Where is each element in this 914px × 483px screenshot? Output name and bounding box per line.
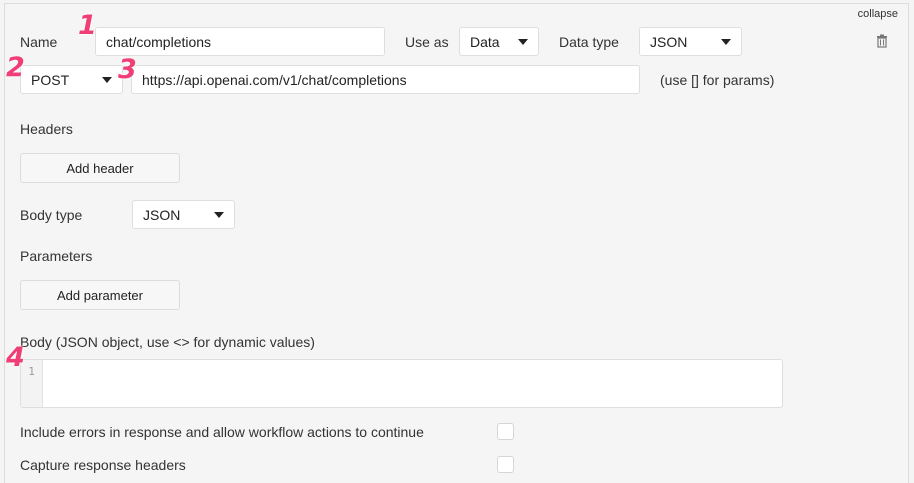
name-label: Name bbox=[20, 34, 58, 50]
chevron-down-icon bbox=[721, 38, 731, 45]
data-type-select[interactable]: JSON bbox=[639, 27, 742, 56]
include-errors-label: Include errors in response and allow wor… bbox=[20, 424, 424, 440]
annotation-4: 4 bbox=[6, 342, 25, 373]
body-label: Body (JSON object, use <> for dynamic va… bbox=[20, 334, 315, 350]
add-parameter-button[interactable]: Add parameter bbox=[20, 280, 180, 310]
use-as-value: Data bbox=[470, 33, 500, 50]
chevron-down-icon bbox=[518, 38, 528, 45]
add-header-button[interactable]: Add header bbox=[20, 153, 180, 183]
url-input[interactable]: https://api.openai.com/v1/chat/completio… bbox=[131, 65, 640, 94]
annotation-2: 2 bbox=[6, 52, 25, 83]
body-code[interactable] bbox=[43, 360, 782, 407]
body-editor[interactable]: 1 bbox=[20, 359, 783, 408]
annotation-1: 1 bbox=[78, 10, 97, 41]
body-type-value: JSON bbox=[143, 206, 181, 223]
method-select[interactable]: POST bbox=[20, 65, 123, 94]
include-errors-checkbox[interactable] bbox=[497, 423, 514, 440]
capture-headers-checkbox[interactable] bbox=[497, 456, 514, 473]
data-type-label: Data type bbox=[559, 34, 619, 50]
headers-label: Headers bbox=[20, 121, 73, 137]
body-type-label: Body type bbox=[20, 207, 83, 223]
capture-headers-label: Capture response headers bbox=[20, 457, 186, 473]
url-hint: (use [] for params) bbox=[660, 72, 775, 88]
name-input[interactable]: chat/completions bbox=[95, 27, 385, 56]
annotation-3: 3 bbox=[118, 54, 137, 85]
trash-icon[interactable] bbox=[875, 34, 889, 48]
use-as-select[interactable]: Data bbox=[459, 27, 539, 56]
collapse-link[interactable]: collapse bbox=[858, 8, 898, 20]
chevron-down-icon bbox=[102, 76, 112, 83]
parameters-label: Parameters bbox=[20, 248, 93, 264]
data-type-value: JSON bbox=[650, 33, 688, 50]
use-as-label: Use as bbox=[405, 34, 449, 50]
body-type-select[interactable]: JSON bbox=[132, 200, 235, 229]
method-value: POST bbox=[31, 71, 70, 88]
chevron-down-icon bbox=[214, 211, 224, 218]
